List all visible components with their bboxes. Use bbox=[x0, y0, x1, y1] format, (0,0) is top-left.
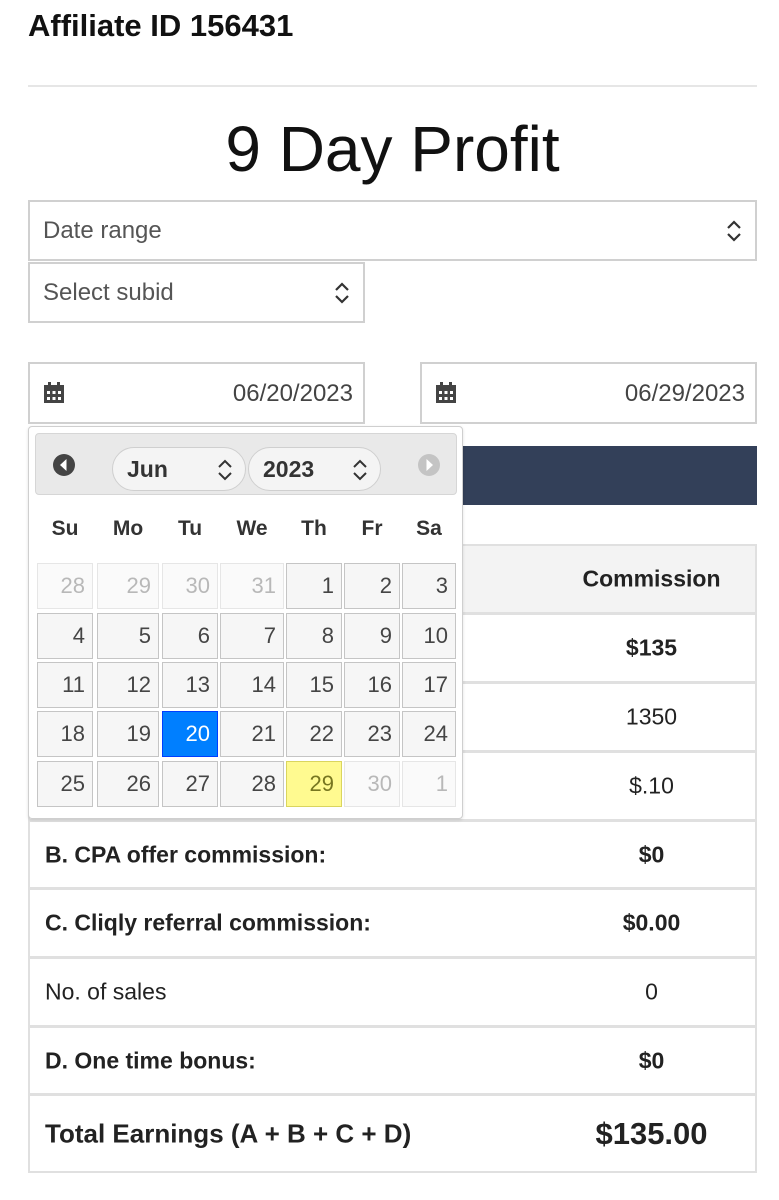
row-value: $0 bbox=[638, 841, 665, 867]
calendar-day[interactable]: 22 bbox=[286, 711, 342, 757]
calendar-day[interactable]: 31 bbox=[220, 563, 284, 609]
date-range-select[interactable]: Date range bbox=[28, 200, 757, 261]
header-commission: Commission bbox=[582, 565, 721, 592]
table-row: B. CPA offer commission: $0 bbox=[28, 820, 757, 889]
weekday-header: We bbox=[236, 517, 268, 540]
weekday-header: Mo bbox=[112, 517, 144, 540]
row-label: B. CPA offer commission: bbox=[45, 841, 327, 867]
end-date-input[interactable]: 06/29/2023 bbox=[420, 362, 757, 424]
month-value: Jun bbox=[127, 455, 168, 482]
calendar-day[interactable]: 16 bbox=[344, 662, 400, 708]
row-label: D. One time bonus: bbox=[45, 1047, 256, 1073]
row-value: 0 bbox=[645, 978, 658, 1005]
end-date-value: 06/29/2023 bbox=[624, 380, 745, 407]
chevron-updown-icon bbox=[335, 281, 349, 304]
date-range-select-value: Date range bbox=[43, 216, 162, 244]
calendar-day[interactable]: 27 bbox=[162, 761, 218, 807]
calendar-day[interactable]: 14 bbox=[220, 662, 284, 708]
calendar-day[interactable]: 3 bbox=[402, 563, 456, 609]
calendar-day[interactable]: 9 bbox=[344, 613, 400, 659]
calendar-day[interactable]: 2 bbox=[344, 563, 400, 609]
subid-select[interactable]: Select subid bbox=[28, 262, 365, 323]
subid-select-value: Select subid bbox=[43, 278, 174, 306]
calendar-day[interactable]: 29 bbox=[286, 761, 342, 807]
datepicker-header: Jun 2023 bbox=[35, 433, 457, 495]
calendar-day[interactable]: 28 bbox=[220, 761, 284, 807]
next-month-icon[interactable] bbox=[417, 453, 441, 477]
calendar-day: 30 bbox=[344, 761, 400, 807]
calendar-day[interactable]: 30 bbox=[162, 563, 218, 609]
total-row: Total Earnings (A + B + C + D) $135.00 bbox=[28, 1094, 757, 1173]
table-row: No. of sales 0 bbox=[28, 957, 757, 1027]
row-value: $135 bbox=[625, 634, 678, 661]
calendar-day[interactable]: 25 bbox=[37, 761, 93, 807]
calendar-day[interactable]: 8 bbox=[286, 613, 342, 659]
calendar-day[interactable]: 12 bbox=[97, 662, 159, 708]
weekday-header: Fr bbox=[361, 517, 383, 540]
affiliate-id-heading: Affiliate ID 156431 bbox=[28, 8, 294, 43]
start-date-value: 06/20/2023 bbox=[232, 380, 353, 407]
prev-month-icon[interactable] bbox=[52, 453, 76, 477]
row-label: C. Cliqly referral commission: bbox=[45, 909, 371, 936]
row-value: $.10 bbox=[629, 772, 674, 799]
calendar-day[interactable]: 18 bbox=[37, 711, 93, 757]
chevron-updown-icon bbox=[218, 459, 232, 481]
calendar-day[interactable]: 7 bbox=[220, 613, 284, 659]
calendar-day[interactable]: 13 bbox=[162, 662, 218, 708]
calendar-day[interactable]: 23 bbox=[344, 711, 400, 757]
calendar-day[interactable]: 28 bbox=[37, 563, 93, 609]
calendar-day[interactable]: 4 bbox=[37, 613, 93, 659]
row-value: 1350 bbox=[625, 703, 678, 730]
calendar-day[interactable]: 11 bbox=[37, 662, 93, 708]
row-value: $0 bbox=[638, 1047, 665, 1073]
calendar-day[interactable]: 5 bbox=[97, 613, 159, 659]
weekday-header: Tu bbox=[177, 517, 203, 540]
calendar-day[interactable]: 26 bbox=[97, 761, 159, 807]
row-value: $0.00 bbox=[622, 909, 681, 936]
calendar-day[interactable]: 10 bbox=[402, 613, 456, 659]
weekday-header: Th bbox=[301, 517, 327, 540]
calendar-day[interactable]: 20 bbox=[162, 711, 218, 757]
weekday-header: Sa bbox=[416, 517, 442, 540]
table-row: C. Cliqly referral commission: $0.00 bbox=[28, 888, 757, 958]
start-date-input[interactable]: 06/20/2023 bbox=[28, 362, 365, 424]
calendar-day[interactable]: 21 bbox=[220, 711, 284, 757]
month-select[interactable]: Jun bbox=[112, 447, 246, 491]
year-select[interactable]: 2023 bbox=[248, 447, 381, 491]
total-value: $135.00 bbox=[595, 1115, 708, 1151]
submit-bar[interactable] bbox=[462, 446, 757, 505]
chevron-updown-icon bbox=[727, 219, 741, 242]
calendar-day[interactable]: 19 bbox=[97, 711, 159, 757]
calendar-day[interactable]: 29 bbox=[97, 563, 159, 609]
page-title: 9 Day Profit bbox=[225, 113, 560, 185]
calendar-day[interactable]: 24 bbox=[402, 711, 456, 757]
divider bbox=[28, 85, 757, 87]
calendar-day[interactable]: 6 bbox=[162, 613, 218, 659]
datepicker-popup: Jun 2023 Su Mo Tu We Th Fr Sa 28 29 30 31 1 2 3 4 5 6 7 8 9… bbox=[28, 426, 463, 819]
calendar-day[interactable]: 1 bbox=[286, 563, 342, 609]
calendar-day: 1 bbox=[402, 761, 456, 807]
calendar-day[interactable]: 15 bbox=[286, 662, 342, 708]
total-label: Total Earnings (A + B + C + D) bbox=[45, 1118, 412, 1148]
year-value: 2023 bbox=[263, 455, 315, 482]
table-row: D. One time bonus: $0 bbox=[28, 1026, 757, 1095]
weekday-header: Su bbox=[51, 517, 79, 540]
chevron-updown-icon bbox=[353, 459, 367, 481]
calendar-day[interactable]: 17 bbox=[402, 662, 456, 708]
calendar-icon bbox=[44, 382, 64, 403]
calendar-icon bbox=[436, 382, 456, 403]
row-label: No. of sales bbox=[45, 978, 167, 1005]
